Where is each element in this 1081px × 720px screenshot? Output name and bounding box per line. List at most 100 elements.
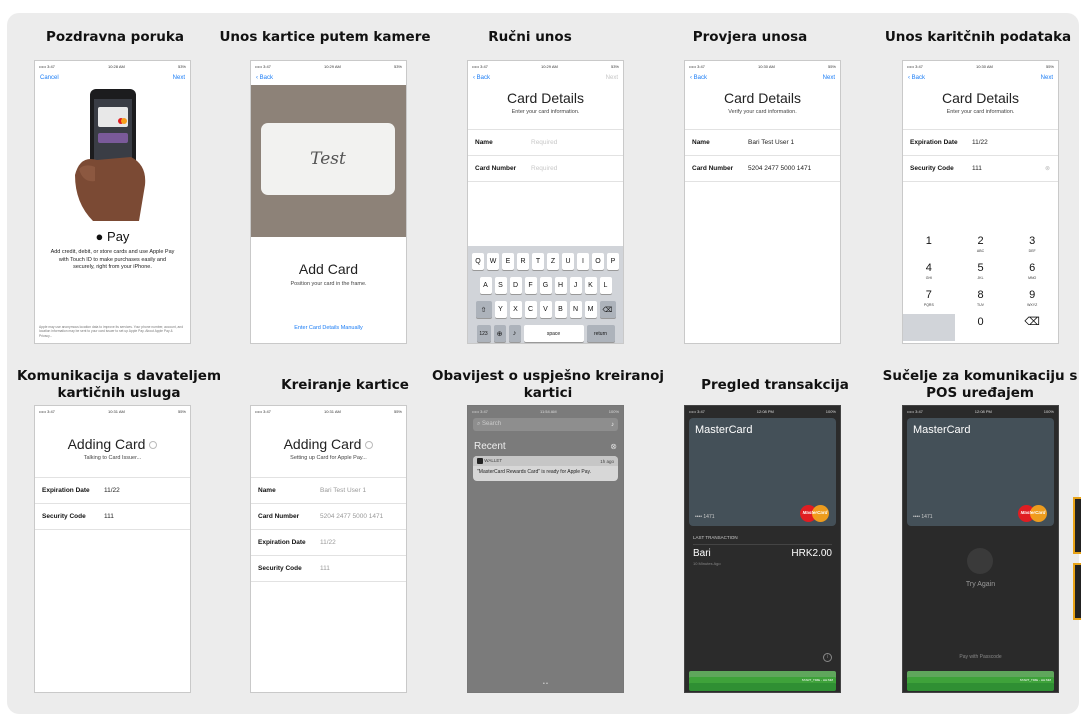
pass-strip-text: START_TIME - HH:MM (1019, 678, 1051, 682)
back-button[interactable]: ‹ Back (908, 75, 925, 81)
key-c[interactable]: C (524, 301, 537, 318)
pass-tab-3[interactable] (907, 683, 1054, 691)
back-button[interactable]: ‹ Back (473, 75, 490, 81)
key-o[interactable]: O (592, 253, 604, 270)
clock: 10:31 AM (323, 408, 341, 414)
caption-success-notification: Obavijest o uspješno kreiranoj kartici (432, 368, 664, 402)
key-n[interactable]: N (569, 301, 582, 318)
digit-key[interactable]: 2 ABC (955, 233, 1007, 260)
key-p[interactable]: P (607, 253, 619, 270)
microphone-icon[interactable]: ♪ (508, 325, 521, 342)
card-number-field[interactable]: Card Number 5204 2477 5000 1471 (685, 155, 840, 182)
security-code-input[interactable]: 111 (972, 165, 1045, 172)
expiration-label: Expiration Date (258, 539, 306, 546)
key-i[interactable]: I (577, 253, 589, 270)
try-again-text[interactable]: Try Again (903, 581, 1058, 588)
key-z[interactable]: Z (547, 253, 559, 270)
clear-notifications-icon[interactable]: ⊗ (610, 442, 617, 451)
clear-icon[interactable]: ⊗ (1045, 165, 1050, 172)
key-e[interactable]: E (502, 253, 514, 270)
security-code-label: Security Code (42, 513, 86, 520)
digit-key[interactable]: 5 JKL (955, 260, 1007, 287)
expiration-value[interactable]: 11/22 (972, 139, 988, 146)
carrier: ••••• 3:47 (472, 408, 488, 414)
key-j[interactable]: J (569, 277, 582, 294)
digit-key[interactable]: 1 (903, 233, 955, 260)
next-button[interactable]: Next (606, 75, 618, 81)
security-code-value: 111 (320, 565, 330, 572)
key-u[interactable]: U (562, 253, 574, 270)
expiration-field[interactable]: Expiration Date 11/22 (903, 129, 1058, 155)
recent-header: Recent (474, 441, 506, 452)
name-field[interactable]: Name Required (468, 129, 623, 155)
clock: 10:30 AM (757, 63, 775, 69)
microphone-icon[interactable]: ♪ (611, 422, 614, 428)
expiration-value: 11/22 (104, 487, 120, 494)
digit-key[interactable]: 6 MNO (1006, 260, 1058, 287)
digit-key[interactable]: 7 PQRS (903, 287, 955, 314)
caption-welcome: Pozdravna poruka (46, 29, 184, 45)
key-w[interactable]: W (487, 253, 499, 270)
next-button[interactable]: Next (1041, 75, 1053, 81)
name-value[interactable]: Bari Test User 1 (748, 139, 794, 146)
search-bar[interactable]: ⌕ Search ♪ (473, 418, 618, 431)
mastercard-card[interactable]: MasterCard •••• 1471 MasterCard (907, 418, 1054, 526)
card-number-input[interactable]: Required (531, 165, 557, 172)
key-m[interactable]: M (584, 301, 597, 318)
key-l[interactable]: L (599, 277, 612, 294)
info-icon[interactable]: i (823, 653, 832, 662)
key-g[interactable]: G (539, 277, 552, 294)
digit-key[interactable]: 9 WXYZ (1006, 287, 1058, 314)
card-digits: •••• 1471 (695, 514, 715, 520)
key-r[interactable]: R (517, 253, 529, 270)
digit-key[interactable]: 0 (955, 314, 1007, 341)
expiration-label: Expiration Date (42, 487, 90, 494)
card-number-label: Card Number (258, 513, 300, 520)
shift-key[interactable]: ⇧ (475, 301, 492, 318)
enter-manually-link[interactable]: Enter Card Details Manually (251, 325, 406, 331)
mastercard-card[interactable]: MasterCard •••• 1471 MasterCard (689, 418, 836, 526)
next-button[interactable]: Next (823, 75, 835, 81)
digit-key[interactable]: 4 GHI (903, 260, 955, 287)
keyboard: QWERTZUIOP ASDFGHJKL ⇧ Y X C V B N M ⌫ 123 ⊕ ♪ s… (468, 246, 623, 343)
pay-with-passcode-button[interactable]: Pay with Passcode (903, 654, 1058, 660)
notification-card[interactable]: WALLET 1h ago "MasterCard Rewards Card" … (473, 456, 618, 481)
key-d[interactable]: D (509, 277, 522, 294)
delete-key[interactable]: ⌫ (599, 301, 616, 318)
card-number-value[interactable]: 5204 2477 5000 1471 (748, 165, 811, 172)
clock: 10:31 AM (107, 408, 125, 414)
key-y[interactable]: Y (494, 301, 507, 318)
return-key[interactable]: return (586, 325, 615, 342)
spinner-icon (365, 441, 374, 450)
key-t[interactable]: T (532, 253, 544, 270)
status-bar: ••••• 3:47 10:29 AM 53% (468, 61, 623, 71)
security-code-value: 111 (104, 513, 114, 520)
key-q[interactable]: Q (472, 253, 484, 270)
numbers-key[interactable]: 123 (476, 325, 491, 342)
pass-tab-3[interactable] (689, 683, 836, 691)
key-a[interactable]: A (479, 277, 492, 294)
name-field[interactable]: Name Bari Test User 1 (685, 129, 840, 155)
space-key[interactable]: space (523, 325, 584, 342)
next-button[interactable]: Next (173, 75, 185, 81)
phone-in-hand-illustration (75, 89, 146, 221)
key-k[interactable]: K (584, 277, 597, 294)
digit-key[interactable]: 8 TUV (955, 287, 1007, 314)
cancel-button[interactable]: Cancel (40, 75, 59, 81)
security-code-field[interactable]: Security Code 111 ⊗ (903, 155, 1058, 182)
back-button[interactable]: ‹ Back (256, 75, 273, 81)
key-h[interactable]: H (554, 277, 567, 294)
card-in-frame: Test (261, 123, 395, 195)
key-s[interactable]: S (494, 277, 507, 294)
key-v[interactable]: V (539, 301, 552, 318)
delete-key[interactable]: ⌫ (1006, 314, 1058, 341)
card-number-field[interactable]: Card Number Required (468, 155, 623, 182)
key-b[interactable]: B (554, 301, 567, 318)
digit-key[interactable]: 3 DEF (1006, 233, 1058, 260)
globe-key[interactable]: ⊕ (493, 325, 506, 342)
key-x[interactable]: X (509, 301, 522, 318)
search-placeholder: Search (482, 421, 502, 427)
name-input[interactable]: Required (531, 139, 557, 146)
back-button[interactable]: ‹ Back (690, 75, 707, 81)
key-f[interactable]: F (524, 277, 537, 294)
